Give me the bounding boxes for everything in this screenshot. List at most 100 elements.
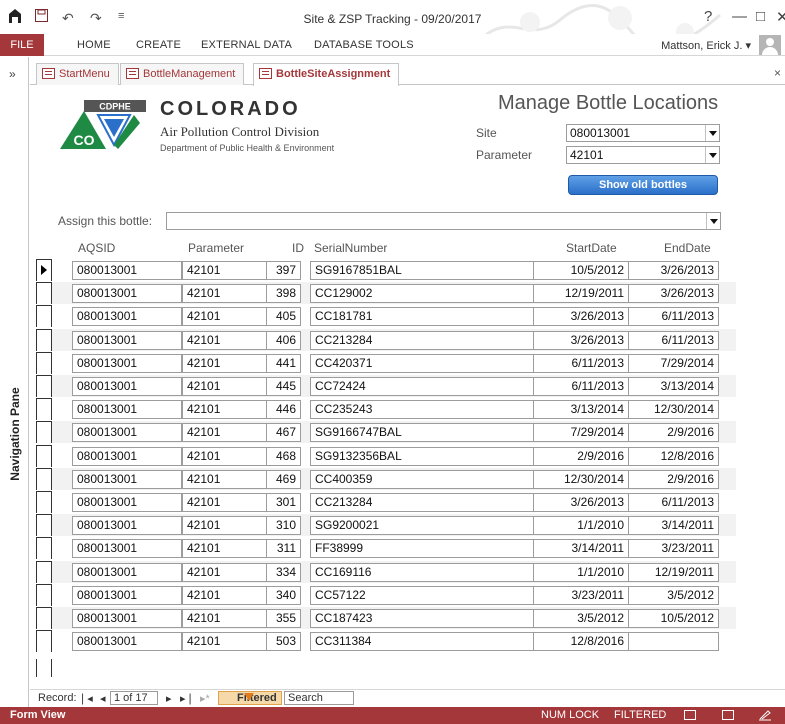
startdate-cell[interactable]: 1/1/2010 (533, 516, 629, 536)
aqsid-cell[interactable]: 080013001 (72, 632, 182, 652)
prev-record-button[interactable]: ◂ (100, 692, 106, 705)
id-cell[interactable]: 340 (266, 585, 301, 605)
enddate-cell[interactable]: 3/26/2013 (628, 284, 719, 304)
aqsid-cell[interactable]: 080013001 (72, 539, 182, 559)
serialnumber-cell[interactable]: SG9167851BAL (310, 261, 566, 280)
file-tab[interactable]: FILE (0, 34, 44, 56)
record-selector[interactable] (36, 375, 52, 397)
record-selector[interactable] (36, 328, 52, 351)
tab-home[interactable]: HOME (77, 39, 111, 51)
startdate-cell[interactable]: 3/26/2013 (533, 330, 629, 350)
aqsid-cell[interactable]: 080013001 (72, 307, 182, 327)
enddate-cell[interactable]: 3/26/2013 (628, 261, 719, 280)
enddate-cell[interactable]: 10/5/2012 (628, 609, 719, 628)
form-view-icon[interactable] (684, 710, 696, 720)
enddate-cell[interactable]: 12/19/2011 (628, 562, 719, 582)
startdate-cell[interactable]: 6/11/2013 (533, 377, 629, 396)
serialnumber-cell[interactable]: CC187423 (310, 609, 566, 628)
tab-external-data[interactable]: EXTERNAL DATA (201, 39, 292, 51)
record-selector[interactable] (36, 514, 52, 537)
id-cell[interactable]: 311 (266, 539, 301, 559)
serialnumber-cell[interactable]: CC57122 (310, 585, 566, 605)
site-combo[interactable]: 080013001 (566, 124, 720, 142)
aqsid-cell[interactable]: 080013001 (72, 493, 182, 512)
startdate-cell[interactable]: 3/23/2011 (533, 585, 629, 605)
help-icon[interactable]: ? (704, 8, 712, 25)
enddate-cell[interactable]: 3/14/2011 (628, 516, 719, 536)
aqsid-cell[interactable]: 080013001 (72, 400, 182, 420)
aqsid-cell[interactable]: 080013001 (72, 284, 182, 304)
aqsid-cell[interactable]: 080013001 (72, 353, 182, 373)
startdate-cell[interactable]: 12/8/2016 (533, 632, 629, 652)
serialnumber-cell[interactable]: CC400359 (310, 469, 566, 489)
aqsid-cell[interactable]: 080013001 (72, 261, 182, 280)
search-input[interactable]: Search (284, 691, 354, 705)
record-selector-empty[interactable] (36, 659, 52, 677)
record-selector[interactable] (36, 259, 52, 281)
enddate-cell[interactable]: 7/29/2014 (628, 353, 719, 373)
serialnumber-cell[interactable]: CC213284 (310, 493, 566, 512)
doc-tab-bottlemanagement[interactable]: BottleManagement (120, 63, 245, 85)
id-cell[interactable]: 469 (266, 469, 301, 489)
chevron-down-icon[interactable] (706, 213, 720, 229)
show-old-bottles-button[interactable]: Show old bottles (568, 175, 718, 195)
serialnumber-cell[interactable]: CC311384 (310, 632, 566, 652)
id-cell[interactable]: 406 (266, 330, 301, 350)
id-cell[interactable]: 503 (266, 632, 301, 652)
avatar[interactable] (759, 35, 781, 55)
id-cell[interactable]: 467 (266, 423, 301, 443)
id-cell[interactable]: 445 (266, 377, 301, 396)
doc-tab-startmenu[interactable]: StartMenu (36, 63, 119, 85)
aqsid-cell[interactable]: 080013001 (72, 562, 182, 582)
aqsid-cell[interactable]: 080013001 (72, 469, 182, 489)
id-cell[interactable]: 446 (266, 400, 301, 420)
id-cell[interactable]: 398 (266, 284, 301, 304)
record-selector[interactable] (36, 630, 52, 653)
startdate-cell[interactable]: 3/26/2013 (533, 307, 629, 327)
close-window-button[interactable]: ✕ (776, 8, 785, 26)
aqsid-cell[interactable]: 080013001 (72, 446, 182, 466)
record-selector[interactable] (36, 444, 52, 467)
startdate-cell[interactable]: 12/30/2014 (533, 469, 629, 489)
serialnumber-cell[interactable]: SG9200021 (310, 516, 566, 536)
aqsid-cell[interactable]: 080013001 (72, 609, 182, 628)
enddate-cell[interactable]: 3/13/2014 (628, 377, 719, 396)
startdate-cell[interactable]: 3/26/2013 (533, 493, 629, 512)
startdate-cell[interactable]: 3/13/2014 (533, 400, 629, 420)
serialnumber-cell[interactable]: CC235243 (310, 400, 566, 420)
serialnumber-cell[interactable]: CC129002 (310, 284, 566, 304)
record-selector[interactable] (36, 583, 52, 606)
serialnumber-cell[interactable]: FF38999 (310, 539, 566, 559)
record-selector[interactable] (36, 282, 52, 305)
startdate-cell[interactable]: 2/9/2016 (533, 446, 629, 466)
design-view-icon[interactable] (758, 710, 772, 721)
aqsid-cell[interactable]: 080013001 (72, 330, 182, 350)
startdate-cell[interactable]: 1/1/2010 (533, 562, 629, 582)
record-selector[interactable] (36, 491, 52, 513)
enddate-cell[interactable]: 6/11/2013 (628, 307, 719, 327)
enddate-cell[interactable]: 2/9/2016 (628, 423, 719, 443)
assign-bottle-combo[interactable] (166, 212, 721, 230)
enddate-cell[interactable]: 12/30/2014 (628, 400, 719, 420)
chevron-down-icon[interactable] (705, 125, 719, 141)
user-account[interactable]: Mattson, Erick J. ▾ (661, 39, 751, 52)
startdate-cell[interactable]: 3/14/2011 (533, 539, 629, 559)
serialnumber-cell[interactable]: CC420371 (310, 353, 566, 373)
enddate-cell[interactable]: 12/8/2016 (628, 446, 719, 466)
record-selector[interactable] (36, 467, 52, 490)
tab-create[interactable]: CREATE (136, 39, 181, 51)
id-cell[interactable]: 397 (266, 261, 301, 280)
datasheet-view-icon[interactable] (722, 710, 734, 720)
id-cell[interactable]: 310 (266, 516, 301, 536)
record-selector[interactable] (36, 398, 52, 421)
serialnumber-cell[interactable]: SG9132356BAL (310, 446, 566, 466)
enddate-cell[interactable] (628, 632, 719, 652)
next-record-button[interactable]: ▸ (166, 692, 172, 705)
nav-pane-toggle-icon[interactable]: » (9, 67, 16, 81)
aqsid-cell[interactable]: 080013001 (72, 423, 182, 443)
enddate-cell[interactable]: 6/11/2013 (628, 493, 719, 512)
id-cell[interactable]: 334 (266, 562, 301, 582)
first-record-button[interactable]: ❘◂ (78, 692, 93, 705)
startdate-cell[interactable]: 12/19/2011 (533, 284, 629, 304)
parameter-combo[interactable]: 42101 (566, 146, 720, 164)
